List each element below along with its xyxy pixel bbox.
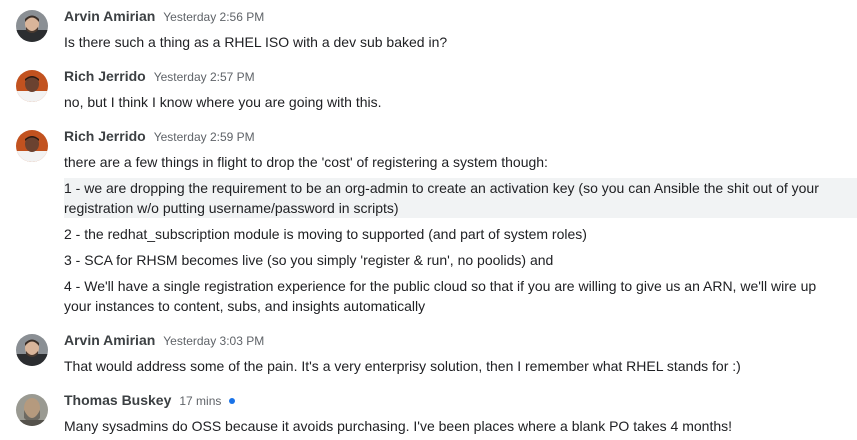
avatar[interactable] bbox=[16, 394, 48, 426]
message-header: Arvin Amirian Yesterday 2:56 PM bbox=[64, 8, 264, 26]
timestamp[interactable]: Yesterday 3:03 PM bbox=[163, 334, 264, 348]
message-text: 3 - SCA for RHSM becomes live (so you si… bbox=[64, 252, 554, 268]
author-name[interactable]: Rich Jerrido bbox=[64, 128, 146, 144]
message: Rich Jerrido Yesterday 2:57 PM no, but I… bbox=[0, 68, 857, 118]
avatar[interactable] bbox=[16, 10, 48, 42]
message-header: Rich Jerrido Yesterday 2:57 PM bbox=[64, 68, 255, 86]
avatar[interactable] bbox=[16, 70, 48, 102]
timestamp[interactable]: Yesterday 2:57 PM bbox=[154, 70, 255, 84]
message: Arvin Amirian Yesterday 2:56 PM Is there… bbox=[0, 8, 857, 58]
message-text: no, but I think I know where you are goi… bbox=[64, 94, 382, 110]
message-text: Is there such a thing as a RHEL ISO with… bbox=[64, 34, 448, 50]
author-name[interactable]: Arvin Amirian bbox=[64, 332, 155, 348]
avatar[interactable] bbox=[16, 334, 48, 366]
message-text: 4 - We'll have a single registration exp… bbox=[64, 278, 817, 314]
message-text: Many sysadmins do OSS because it avoids … bbox=[64, 418, 733, 434]
message: Thomas Buskey 17 mins Many sysadmins do … bbox=[0, 392, 857, 440]
timestamp[interactable]: Yesterday 2:56 PM bbox=[163, 10, 264, 24]
chat-thread: Arvin Amirian Yesterday 2:56 PM Is there… bbox=[0, 0, 857, 440]
message-text: there are a few things in flight to drop… bbox=[64, 154, 548, 170]
timestamp[interactable]: Yesterday 2:59 PM bbox=[154, 130, 255, 144]
author-name[interactable]: Arvin Amirian bbox=[64, 8, 155, 24]
timestamp[interactable]: 17 mins bbox=[179, 394, 221, 408]
message-header: Thomas Buskey 17 mins bbox=[64, 392, 236, 410]
message: Arvin Amirian Yesterday 3:03 PM That wou… bbox=[0, 332, 857, 382]
message: Rich Jerrido Yesterday 2:59 PM there are… bbox=[0, 128, 857, 318]
author-name[interactable]: Thomas Buskey bbox=[64, 392, 171, 408]
message-text: That would address some of the pain. It'… bbox=[64, 358, 741, 374]
message-text: 1 - we are dropping the requirement to b… bbox=[64, 178, 857, 218]
message-text: 2 - the redhat_subscription module is mo… bbox=[64, 226, 587, 242]
avatar[interactable] bbox=[16, 130, 48, 162]
author-name[interactable]: Rich Jerrido bbox=[64, 68, 146, 84]
message-header: Rich Jerrido Yesterday 2:59 PM bbox=[64, 128, 255, 146]
online-status-icon bbox=[229, 398, 236, 404]
message-header: Arvin Amirian Yesterday 3:03 PM bbox=[64, 332, 264, 350]
